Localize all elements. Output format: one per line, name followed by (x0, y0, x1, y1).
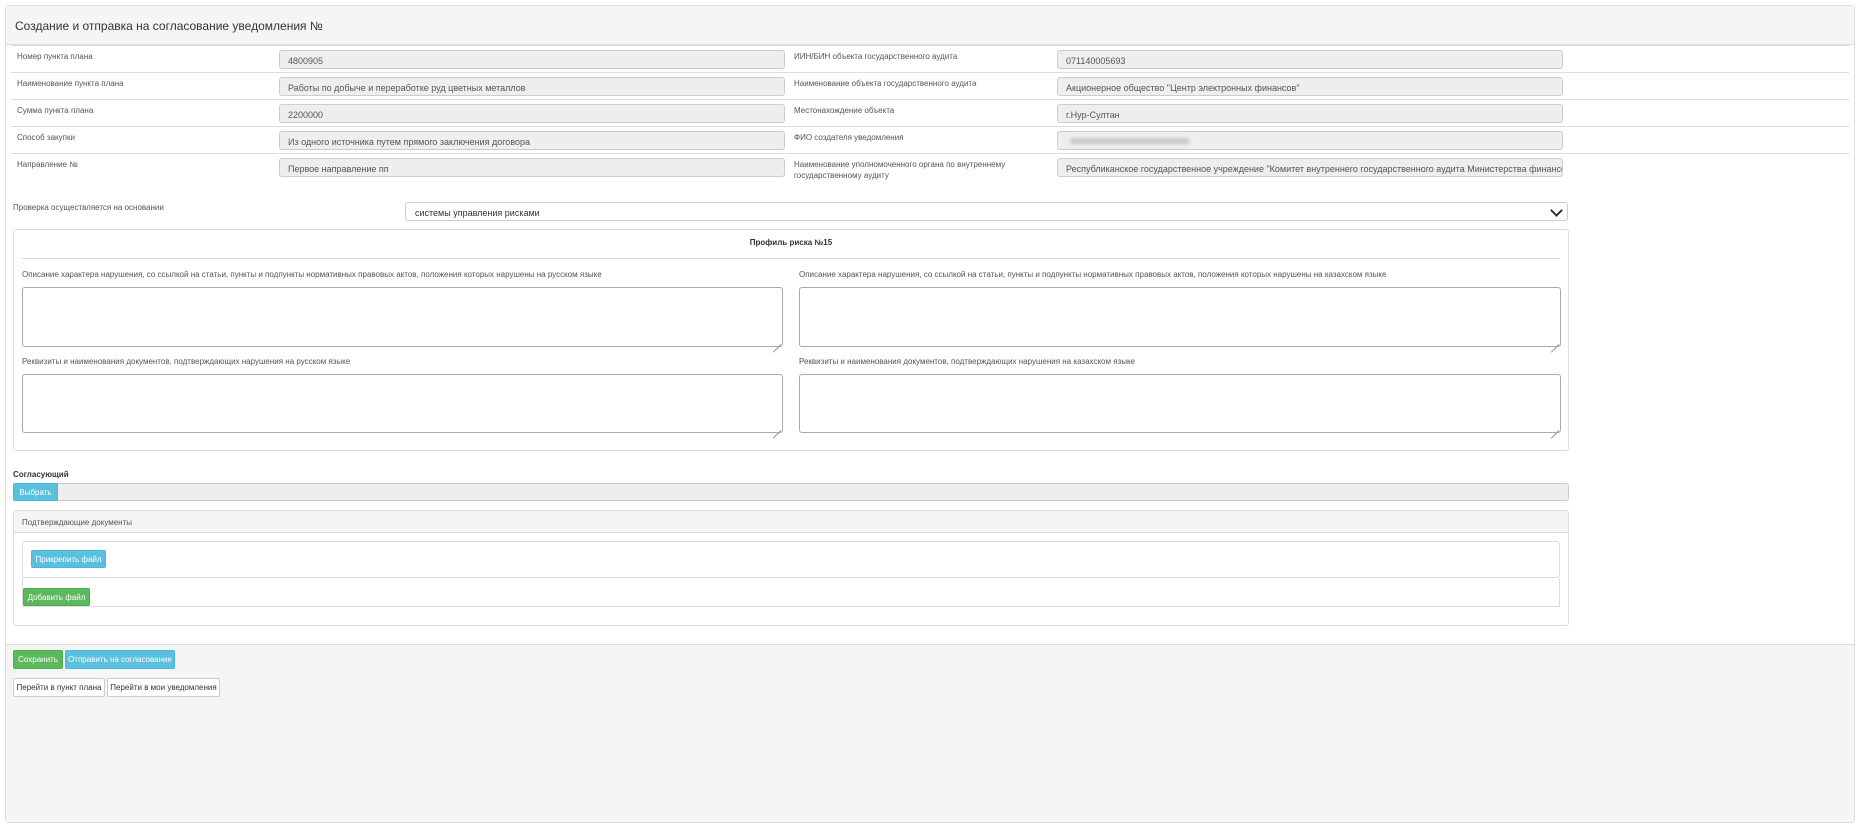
bin-field: 071140005693 (1057, 50, 1563, 69)
field-label-direction: Направление № (17, 160, 78, 169)
resize-handle[interactable] (772, 336, 781, 345)
save-button[interactable]: Сохранить (13, 650, 63, 669)
add-file-button[interactable]: Добавить файл (23, 588, 90, 606)
resize-handle[interactable] (772, 422, 781, 431)
field-label-plan-number: Номер пункта плана (17, 52, 93, 61)
resize-handle[interactable] (1550, 422, 1559, 431)
risk-profile-divider (22, 258, 1560, 259)
row-divider (11, 72, 1849, 73)
redacted-blur (1070, 138, 1190, 144)
authority-field: Республиканское государственное учрежден… (1057, 158, 1563, 177)
page-title: Создание и отправка на согласование увед… (15, 19, 323, 33)
location-field: г.Нур-Султан (1057, 104, 1563, 123)
basis-select[interactable]: системы управления рисками (405, 202, 1568, 221)
direction-field: Первое направление пп (279, 158, 785, 177)
docs-kz-textarea[interactable] (799, 374, 1561, 433)
row-divider (11, 99, 1849, 100)
select-approver-button[interactable]: Выбрать (13, 483, 58, 501)
field-label-plan-sum: Сумма пункта плана (17, 106, 94, 115)
field-label-plan-name: Наименование пункта плана (17, 79, 124, 88)
go-to-plan-button[interactable]: Перейти в пункт плана (13, 678, 105, 697)
attach-area: Прикрепить файл (22, 541, 1560, 578)
go-to-my-notifications-button[interactable]: Перейти в мои уведомления (107, 678, 220, 697)
documents-panel: Подтверждающие документы Прикрепить файл… (13, 510, 1569, 626)
field-label-authority: Наименование уполномоченного органа по в… (794, 160, 1006, 180)
desc-ru-textarea[interactable] (22, 287, 783, 347)
desc-kz-label: Описание характера нарушения, со ссылкой… (799, 270, 1387, 279)
approver-field (13, 483, 1569, 501)
approver-label: Согласующий (13, 470, 69, 479)
plan-name-field: Работы по добыче и переработке руд цветн… (279, 77, 785, 96)
resize-handle[interactable] (1550, 336, 1559, 345)
send-for-approval-button[interactable]: Отправить на согласование (65, 650, 175, 669)
docs-ru-textarea[interactable] (22, 374, 783, 433)
docs-kz-label: Реквизиты и наименования документов, под… (799, 357, 1135, 366)
risk-profile-title: Профиль риска №15 (749, 238, 833, 247)
field-label-location: Местонахождение объекта (794, 106, 895, 115)
plan-number-field: 4800905 (279, 50, 785, 69)
desc-ru-label: Описание характера нарушения, со ссылкой… (22, 270, 602, 279)
field-label-procurement-method: Способ закупки (17, 133, 75, 142)
field-label-bin: ИИН/БИН объекта государственного аудита (794, 52, 958, 61)
panel-footer (6, 644, 1854, 822)
documents-title: Подтверждающие документы (22, 518, 133, 527)
row-divider (11, 45, 1849, 46)
field-label-creator: ФИО создателя уведомления (794, 133, 904, 142)
add-file-row (22, 578, 1560, 607)
desc-kz-textarea[interactable] (799, 287, 1561, 347)
risk-profile-box: Профиль риска №15 Описание характера нар… (13, 229, 1569, 451)
documents-heading (14, 511, 1568, 533)
basis-selected-value: системы управления рисками (415, 208, 540, 218)
main-panel: Создание и отправка на согласование увед… (5, 5, 1855, 823)
procurement-method-field: Из одного источника путем прямого заключ… (279, 131, 785, 150)
audit-object-field: Акционерное общество "Центр электронных … (1057, 77, 1563, 96)
row-divider (11, 126, 1849, 127)
plan-sum-field: 2200000 (279, 104, 785, 123)
attach-file-button[interactable]: Прикрепить файл (31, 550, 106, 568)
panel-heading: Создание и отправка на согласование увед… (6, 6, 1854, 45)
chevron-down-icon (1550, 204, 1563, 217)
basis-label: Проверка осуществляется на основании (13, 203, 164, 212)
row-divider (11, 153, 1849, 154)
creator-field (1057, 131, 1563, 150)
field-label-audit-object: Наименование объекта государственного ау… (794, 79, 977, 88)
docs-ru-label: Реквизиты и наименования документов, под… (22, 357, 351, 366)
